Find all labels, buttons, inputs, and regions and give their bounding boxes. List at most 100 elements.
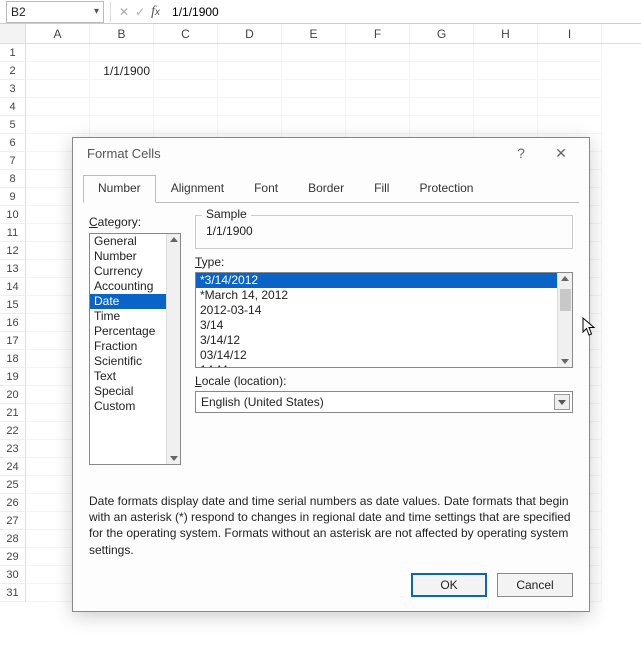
cell[interactable] [218, 98, 282, 116]
row-header[interactable]: 8 [0, 170, 26, 188]
cell[interactable] [538, 80, 602, 98]
help-button[interactable]: ? [501, 138, 541, 168]
type-item[interactable]: 3/14 [196, 318, 572, 333]
column-header[interactable]: H [474, 24, 538, 43]
cell[interactable] [218, 116, 282, 134]
column-header[interactable]: F [346, 24, 410, 43]
cell[interactable] [218, 62, 282, 80]
column-header[interactable]: G [410, 24, 474, 43]
cell[interactable] [346, 116, 410, 134]
cell[interactable] [154, 116, 218, 134]
scroll-down-icon[interactable] [561, 359, 569, 364]
formula-input[interactable] [166, 5, 641, 19]
scrollbar[interactable] [166, 234, 180, 464]
type-item[interactable]: 2012-03-14 [196, 303, 572, 318]
row-header[interactable]: 17 [0, 332, 26, 350]
locale-dropdown[interactable]: English (United States) [195, 391, 573, 413]
tab-protection[interactable]: Protection [404, 175, 488, 203]
row-header[interactable]: 25 [0, 476, 26, 494]
row-header[interactable]: 3 [0, 80, 26, 98]
category-list[interactable]: GeneralNumberCurrencyAccountingDateTimeP… [89, 233, 181, 465]
row-header[interactable]: 26 [0, 494, 26, 512]
row-header[interactable]: 4 [0, 98, 26, 116]
cell[interactable] [154, 98, 218, 116]
cell[interactable] [90, 80, 154, 98]
row-header[interactable]: 22 [0, 422, 26, 440]
row-header[interactable]: 13 [0, 260, 26, 278]
cell[interactable] [154, 62, 218, 80]
row-header[interactable]: 23 [0, 440, 26, 458]
tab-font[interactable]: Font [239, 175, 293, 203]
name-box[interactable]: B2 ▾ [6, 1, 104, 23]
cell[interactable] [346, 98, 410, 116]
type-item[interactable]: 14-Mar [196, 363, 572, 368]
close-button[interactable]: ✕ [541, 138, 581, 168]
cell[interactable] [474, 98, 538, 116]
cell[interactable] [282, 98, 346, 116]
row-header[interactable]: 15 [0, 296, 26, 314]
cell[interactable] [474, 62, 538, 80]
select-all-corner[interactable] [0, 24, 26, 43]
cell[interactable] [410, 116, 474, 134]
scroll-up-icon[interactable] [561, 276, 569, 281]
cancel-formula-icon[interactable]: ✕ [119, 5, 129, 19]
cell[interactable] [90, 44, 154, 62]
cell[interactable] [282, 62, 346, 80]
scrollbar[interactable] [557, 273, 572, 367]
row-header[interactable]: 5 [0, 116, 26, 134]
scroll-thumb[interactable] [560, 289, 571, 311]
column-header[interactable]: C [154, 24, 218, 43]
cell[interactable] [410, 80, 474, 98]
cell[interactable] [282, 44, 346, 62]
dialog-titlebar[interactable]: Format Cells ? ✕ [73, 138, 589, 168]
type-item[interactable]: 3/14/12 [196, 333, 572, 348]
row-header[interactable]: 12 [0, 242, 26, 260]
cancel-button[interactable]: Cancel [497, 573, 573, 597]
cell[interactable] [282, 80, 346, 98]
column-header[interactable]: A [26, 24, 90, 43]
column-header[interactable]: E [282, 24, 346, 43]
cell[interactable] [410, 98, 474, 116]
row-header[interactable]: 19 [0, 368, 26, 386]
row-header[interactable]: 16 [0, 314, 26, 332]
row-header[interactable]: 11 [0, 224, 26, 242]
cell[interactable] [26, 80, 90, 98]
cell[interactable] [90, 116, 154, 134]
row-header[interactable]: 21 [0, 404, 26, 422]
cell[interactable] [218, 44, 282, 62]
cell[interactable] [538, 116, 602, 134]
tab-fill[interactable]: Fill [359, 175, 404, 203]
cell[interactable]: 1/1/1900 [90, 62, 154, 80]
tab-border[interactable]: Border [293, 175, 359, 203]
type-item[interactable]: 03/14/12 [196, 348, 572, 363]
cell[interactable] [26, 116, 90, 134]
cell[interactable] [474, 116, 538, 134]
cell[interactable] [538, 62, 602, 80]
cell[interactable] [90, 98, 154, 116]
ok-button[interactable]: OK [411, 573, 487, 597]
type-item[interactable]: *March 14, 2012 [196, 288, 572, 303]
cell[interactable] [26, 98, 90, 116]
row-header[interactable]: 27 [0, 512, 26, 530]
row-header[interactable]: 28 [0, 530, 26, 548]
cell[interactable] [474, 44, 538, 62]
cell[interactable] [410, 44, 474, 62]
row-header[interactable]: 10 [0, 206, 26, 224]
cell[interactable] [346, 44, 410, 62]
column-header[interactable]: B [90, 24, 154, 43]
row-header[interactable]: 20 [0, 386, 26, 404]
row-header[interactable]: 2 [0, 62, 26, 80]
cell[interactable] [346, 62, 410, 80]
cell[interactable] [538, 44, 602, 62]
cell[interactable] [26, 62, 90, 80]
cell[interactable] [538, 98, 602, 116]
chevron-down-icon[interactable]: ▾ [94, 6, 99, 17]
row-header[interactable]: 14 [0, 278, 26, 296]
cell[interactable] [26, 44, 90, 62]
row-header[interactable]: 1 [0, 44, 26, 62]
type-list[interactable]: *3/14/2012*March 14, 20122012-03-143/143… [195, 272, 573, 368]
accept-formula-icon[interactable]: ✓ [135, 5, 145, 19]
cell[interactable] [410, 62, 474, 80]
cell[interactable] [282, 116, 346, 134]
row-header[interactable]: 7 [0, 152, 26, 170]
